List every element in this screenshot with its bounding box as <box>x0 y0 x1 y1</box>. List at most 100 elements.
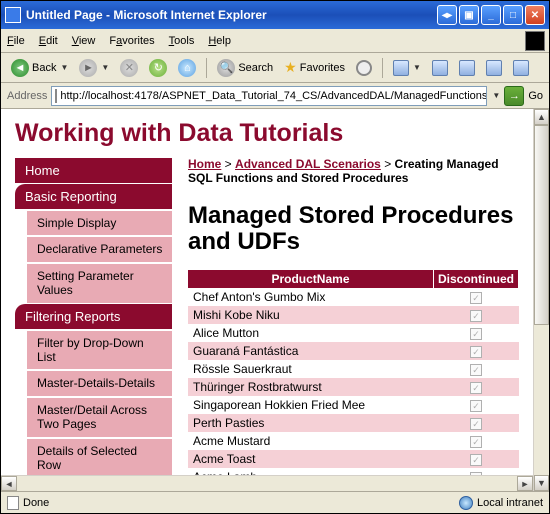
cell-discontinued: ✓ <box>433 414 518 432</box>
col-discontinued[interactable]: Discontinued <box>433 270 518 288</box>
mail-button[interactable]: ▼ <box>389 57 425 79</box>
table-row: Guaraná Fantástica ✓ <box>188 342 519 360</box>
menu-favorites[interactable]: Favorites <box>109 35 154 47</box>
cell-discontinued: ✓ <box>433 360 518 378</box>
favorites-button[interactable]: ★ Favorites <box>280 57 349 79</box>
back-button[interactable]: ◄ Back ▼ <box>7 57 72 79</box>
sidebar-nav: Home Basic Reporting Simple Display Decl… <box>15 157 172 491</box>
edit-button[interactable] <box>455 57 479 79</box>
document-icon <box>7 496 19 510</box>
table-row: Mishi Kobe Niku✓ <box>188 306 519 324</box>
separator <box>206 58 207 78</box>
print-button[interactable] <box>428 57 452 79</box>
crumb-section[interactable]: Advanced DAL Scenarios <box>235 157 381 171</box>
minimize-button[interactable]: _ <box>481 5 501 25</box>
scroll-right-icon[interactable]: ► <box>517 476 533 491</box>
research-icon <box>513 60 529 76</box>
window-controls: ◂▸ ▣ _ □ ✕ <box>437 5 545 25</box>
discontinued-checkbox: ✓ <box>470 436 482 448</box>
table-row: Rössle Sauerkraut✓ <box>188 360 519 378</box>
menu-view[interactable]: View <box>72 35 96 47</box>
close-button[interactable]: ✕ <box>525 5 545 25</box>
table-row: Alice Mutton✓ <box>188 324 519 342</box>
search-button[interactable]: 🔍 Search <box>213 57 277 79</box>
table-row: Acme Mustard ✓ <box>188 432 519 450</box>
table-row: Perth Pasties ✓ <box>188 414 519 432</box>
cell-product-name: Guaraná Fantástica <box>188 342 433 360</box>
cell-product-name: Singaporean Hokkien Fried Mee <box>188 396 433 414</box>
back-dropdown-icon[interactable]: ▼ <box>60 63 68 72</box>
address-label: Address <box>7 90 47 102</box>
table-row: Acme Toast✓ <box>188 450 519 468</box>
scroll-thumb[interactable] <box>534 125 549 325</box>
cell-discontinued: ✓ <box>433 306 518 324</box>
menu-file[interactable]: File <box>7 35 25 47</box>
research-button[interactable] <box>509 57 533 79</box>
nav-setting-parameter-values[interactable]: Setting Parameter Values <box>27 262 172 303</box>
go-button[interactable]: → <box>504 86 524 106</box>
forward-button[interactable]: ► ▼ <box>75 57 113 79</box>
scroll-left-icon[interactable]: ◄ <box>1 476 17 491</box>
skin-prev-button[interactable]: ◂▸ <box>437 5 457 25</box>
favorites-label: Favorites <box>300 62 345 74</box>
scroll-down-icon[interactable]: ▼ <box>534 475 549 491</box>
discontinued-checkbox: ✓ <box>470 418 482 430</box>
crumb-home[interactable]: Home <box>188 157 221 171</box>
stop-button[interactable]: ✕ <box>116 57 142 79</box>
breadcrumb: Home > Advanced DAL Scenarios > Creating… <box>188 157 519 185</box>
back-icon: ◄ <box>11 59 29 77</box>
star-icon: ★ <box>284 59 297 76</box>
chevron-down-icon: ▼ <box>413 63 421 72</box>
refresh-icon: ↻ <box>149 59 167 77</box>
nav-details-selected-row[interactable]: Details of Selected Row <box>27 437 172 478</box>
discontinued-checkbox: ✓ <box>470 346 482 358</box>
mail-icon <box>393 60 409 76</box>
security-zone: Local intranet <box>477 497 543 509</box>
edit-icon <box>459 60 475 76</box>
refresh-button[interactable]: ↻ <box>145 57 171 79</box>
scroll-up-icon[interactable]: ▲ <box>534 109 549 125</box>
content-area: Working with Data Tutorials Home Basic R… <box>1 109 549 491</box>
menu-bar: File Edit View Favorites Tools Help <box>1 29 549 53</box>
menu-tools[interactable]: Tools <box>169 35 195 47</box>
discuss-button[interactable] <box>482 57 506 79</box>
cell-product-name: Acme Mustard <box>188 432 433 450</box>
forward-dropdown-icon[interactable]: ▼ <box>101 63 109 72</box>
skin-next-button[interactable]: ▣ <box>459 5 479 25</box>
cell-product-name: Rössle Sauerkraut <box>188 360 433 378</box>
nav-declarative-parameters[interactable]: Declarative Parameters <box>27 235 172 261</box>
status-text: Done <box>23 497 49 509</box>
cell-discontinued: ✓ <box>433 450 518 468</box>
vertical-scrollbar[interactable]: ▲ ▼ <box>533 109 549 491</box>
nav-home[interactable]: Home <box>15 158 172 183</box>
nav-filtering-reports[interactable]: Filtering Reports <box>15 304 172 329</box>
media-button[interactable] <box>352 57 376 79</box>
menu-edit[interactable]: Edit <box>39 35 58 47</box>
home-button[interactable]: ⌂ <box>174 57 200 79</box>
window-titlebar: Untitled Page - Microsoft Internet Explo… <box>1 1 549 29</box>
address-input[interactable]: http://localhost:4178/ASPNET_Data_Tutori… <box>51 86 487 106</box>
nav-master-detail-two-pages[interactable]: Master/Detail Across Two Pages <box>27 396 172 437</box>
cell-product-name: Chef Anton's Gumbo Mix <box>188 288 433 306</box>
nav-filter-dropdown[interactable]: Filter by Drop-Down List <box>27 329 172 370</box>
nav-simple-display[interactable]: Simple Display <box>27 209 172 235</box>
window-title: Untitled Page - Microsoft Internet Explo… <box>26 8 437 22</box>
address-dropdown-icon[interactable]: ▼ <box>492 91 500 100</box>
discuss-icon <box>486 60 502 76</box>
col-product-name[interactable]: ProductName <box>188 270 433 288</box>
discontinued-checkbox: ✓ <box>470 292 482 304</box>
cell-product-name: Alice Mutton <box>188 324 433 342</box>
cell-discontinued: ✓ <box>433 324 518 342</box>
page-icon <box>55 89 57 103</box>
table-row: Chef Anton's Gumbo Mix ✓ <box>188 288 519 306</box>
cell-discontinued: ✓ <box>433 288 518 306</box>
back-label: Back <box>32 62 56 74</box>
horizontal-scrollbar[interactable]: ◄ ► <box>1 475 533 491</box>
print-icon <box>432 60 448 76</box>
nav-master-details-details[interactable]: Master-Details-Details <box>27 369 172 395</box>
main-content: Home > Advanced DAL Scenarios > Creating… <box>172 157 519 491</box>
maximize-button[interactable]: □ <box>503 5 523 25</box>
cell-product-name: Perth Pasties <box>188 414 433 432</box>
nav-basic-reporting[interactable]: Basic Reporting <box>15 184 172 209</box>
menu-help[interactable]: Help <box>208 35 231 47</box>
